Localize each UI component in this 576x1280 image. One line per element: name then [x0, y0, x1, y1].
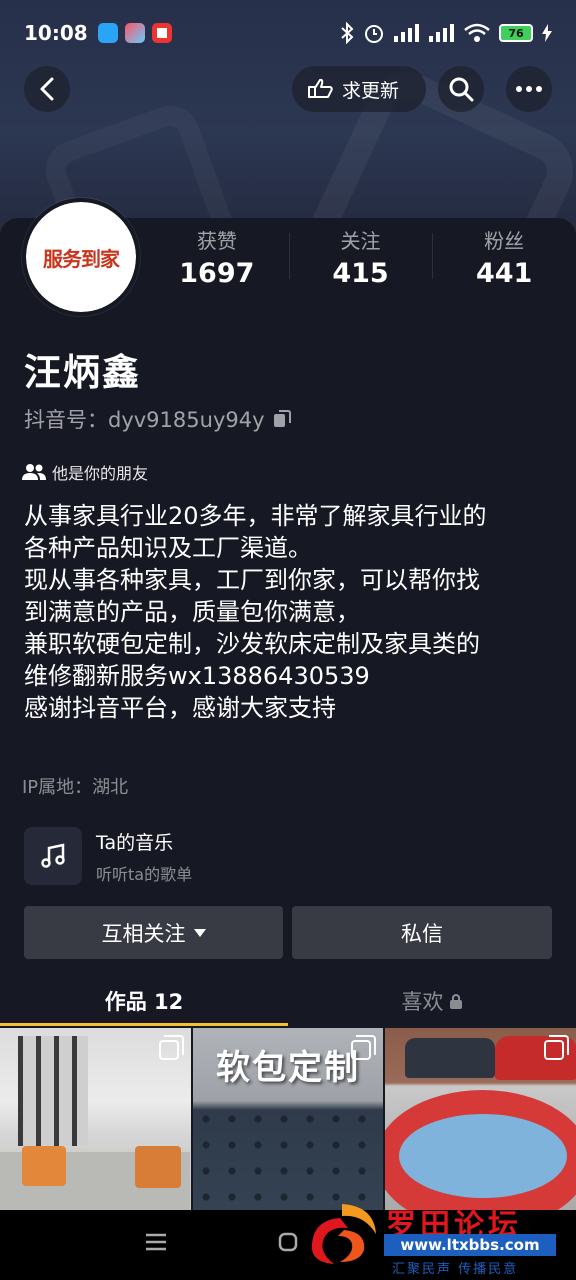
bio-line: 维修翻新服务wx13886430539	[24, 662, 370, 690]
stat-value: 441	[475, 258, 533, 289]
telegram-icon	[97, 23, 118, 43]
video-app-icon	[151, 23, 172, 43]
stat-label: 获赞	[196, 229, 237, 253]
chevron-left-icon	[40, 77, 54, 101]
multi-image-icon	[544, 1035, 570, 1060]
stat-value: 1697	[179, 258, 255, 289]
stat-label: 关注	[340, 229, 381, 253]
message-label: 私信	[401, 921, 443, 946]
forum-slogan: 汇聚民声 传播民意	[392, 1262, 519, 1277]
tab-likes[interactable]: 喜欢	[288, 978, 576, 1024]
music-title: Ta的音乐	[96, 831, 174, 854]
bio-line: 感谢抖音平台，感谢大家支持	[24, 694, 336, 722]
music-note-icon	[24, 827, 82, 885]
signal-icon	[394, 24, 419, 42]
avatar[interactable]: 服务到家	[22, 198, 140, 316]
ip-location: IP属地：湖北	[22, 777, 129, 798]
works-grid: 软包定制	[0, 1028, 576, 1210]
top-navigation-bar: 求更新	[0, 66, 576, 112]
profile-stats: 获赞 1697 关注 415 粉丝 441	[145, 225, 576, 289]
music-entry[interactable]: Ta的音乐 听听ta的歌单	[24, 826, 192, 886]
bio-line: 现从事各种家具，工厂到你家，可以帮你找	[24, 566, 480, 594]
wifi-icon	[464, 23, 490, 42]
status-bar: 10:08 76	[0, 0, 576, 66]
thumbnail-pillow	[22, 1146, 66, 1186]
bio-line: 兼职软硬包定制，沙发软床定制及家具类的	[24, 630, 480, 658]
back-button[interactable]	[24, 66, 70, 112]
avatar-image: 服务到家	[26, 202, 136, 312]
thumbnail-tufted-panel	[192, 1106, 384, 1210]
thumbnail-window	[18, 1036, 88, 1146]
search-button[interactable]	[438, 66, 484, 112]
active-tab-indicator	[0, 1023, 288, 1026]
multi-image-icon	[158, 1035, 184, 1060]
multi-image-icon	[351, 1035, 377, 1060]
thumbnail-car	[405, 1038, 496, 1078]
stat-likes[interactable]: 获赞 1697	[145, 225, 289, 289]
friend-tag-label: 他是你的朋友	[52, 464, 149, 483]
thumbnail-mattress	[399, 1114, 568, 1198]
tab-works[interactable]: 作品 12	[0, 978, 288, 1024]
stat-following[interactable]: 关注 415	[288, 225, 433, 289]
work-thumbnail[interactable]: 软包定制	[192, 1028, 384, 1210]
more-dots-icon	[516, 86, 542, 92]
hand-point-icon	[308, 78, 333, 98]
charging-icon	[542, 24, 552, 42]
search-icon	[449, 77, 474, 102]
signal-hd-icon	[429, 24, 454, 42]
forum-watermark: 罗田论坛 www.ltxbbs.com 汇聚民声 传播民意	[300, 1196, 576, 1280]
douyin-id: 抖音号：dyv9185uy94y	[24, 404, 291, 434]
friend-tag: 他是你的朋友	[22, 460, 148, 484]
forum-logo	[311, 1204, 376, 1264]
mutual-follow-label: 互相关注	[101, 921, 186, 946]
mutual-follow-button[interactable]: 互相关注	[24, 906, 283, 959]
work-thumbnail[interactable]	[385, 1028, 576, 1210]
bluetooth-icon	[341, 22, 354, 44]
request-update-button[interactable]: 求更新	[292, 66, 426, 112]
home-icon[interactable]	[278, 1232, 298, 1252]
stat-followers[interactable]: 粉丝 441	[432, 225, 576, 289]
caret-down-icon	[193, 928, 206, 937]
bio-line: 到满意的产品，质量包你满意，	[24, 598, 360, 626]
lock-icon	[449, 994, 462, 1009]
douyin-id-text: 抖音号：dyv9185uy94y	[24, 408, 265, 432]
battery-indicator: 76	[499, 24, 533, 42]
bio-line: 各种产品知识及工厂渠道。	[24, 534, 312, 562]
more-options-button[interactable]	[506, 66, 552, 112]
menu-icon[interactable]	[146, 1232, 166, 1252]
profile-tabs: 作品 12 喜欢	[0, 978, 576, 1024]
profile-nickname: 汪炳鑫	[24, 351, 141, 394]
work-thumbnail[interactable]	[0, 1028, 191, 1210]
message-button[interactable]: 私信	[292, 906, 552, 959]
copy-icon[interactable]	[273, 409, 291, 429]
thumbnail-pillow	[135, 1146, 181, 1188]
stat-label: 粉丝	[484, 229, 525, 253]
request-update-label: 求更新	[342, 79, 400, 102]
status-time: 10:08	[24, 21, 88, 45]
music-subtitle: 听听ta的歌单	[96, 864, 193, 884]
tab-works-label: 作品 12	[104, 990, 184, 1014]
forum-url: www.ltxbbs.com	[384, 1234, 556, 1256]
stat-value: 415	[332, 258, 389, 289]
tab-likes-label: 喜欢	[401, 990, 444, 1014]
people-icon	[22, 464, 46, 480]
alarm-icon	[365, 25, 383, 43]
app-icon	[124, 23, 145, 43]
profile-bio: 从事家具行业20多年，非常了解家具行业的 各种产品知识及工厂渠道。 现从事各种家…	[24, 500, 554, 724]
bio-line: 从事家具行业20多年，非常了解家具行业的	[24, 502, 487, 530]
